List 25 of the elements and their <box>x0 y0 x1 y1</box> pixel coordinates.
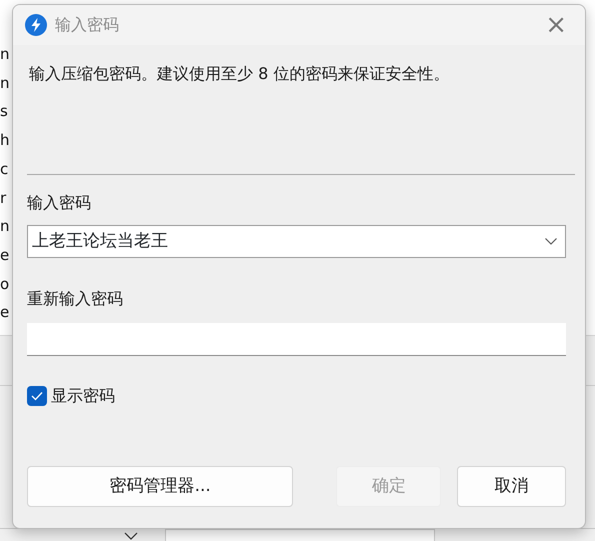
check-icon <box>31 391 43 401</box>
background-text: h <box>0 130 10 150</box>
cancel-button[interactable]: 取消 <box>457 466 566 507</box>
field-label: 输入密码 <box>27 193 91 212</box>
app-icon <box>25 14 47 36</box>
chevron-down-icon <box>545 238 557 245</box>
password-combobox[interactable]: 上老王论坛当老王 <box>27 225 566 258</box>
checkbox-label: 显示密码 <box>51 385 115 407</box>
window-title: 输入密码 <box>55 14 119 36</box>
background-text: n <box>0 44 10 64</box>
close-button[interactable]: × <box>539 12 573 38</box>
background-text: c <box>0 158 8 179</box>
checkbox[interactable] <box>27 386 47 406</box>
password-field[interactable] <box>27 323 566 356</box>
background-text: n <box>0 216 10 236</box>
background-text: s <box>0 101 8 122</box>
background-text: o <box>0 274 10 294</box>
background-text: e <box>0 302 10 322</box>
background-text: n <box>0 72 10 93</box>
background-text: r <box>0 188 6 208</box>
description-text: 输入压缩包密码。建议使用至少 8 位的密码来保证安全性。 <box>29 64 450 83</box>
caret-icon[interactable] <box>124 532 138 540</box>
password-manager-button[interactable]: 密码管理器... <box>27 466 294 507</box>
field-label: 重新输入密码 <box>27 289 123 308</box>
background-text: e <box>0 244 10 265</box>
